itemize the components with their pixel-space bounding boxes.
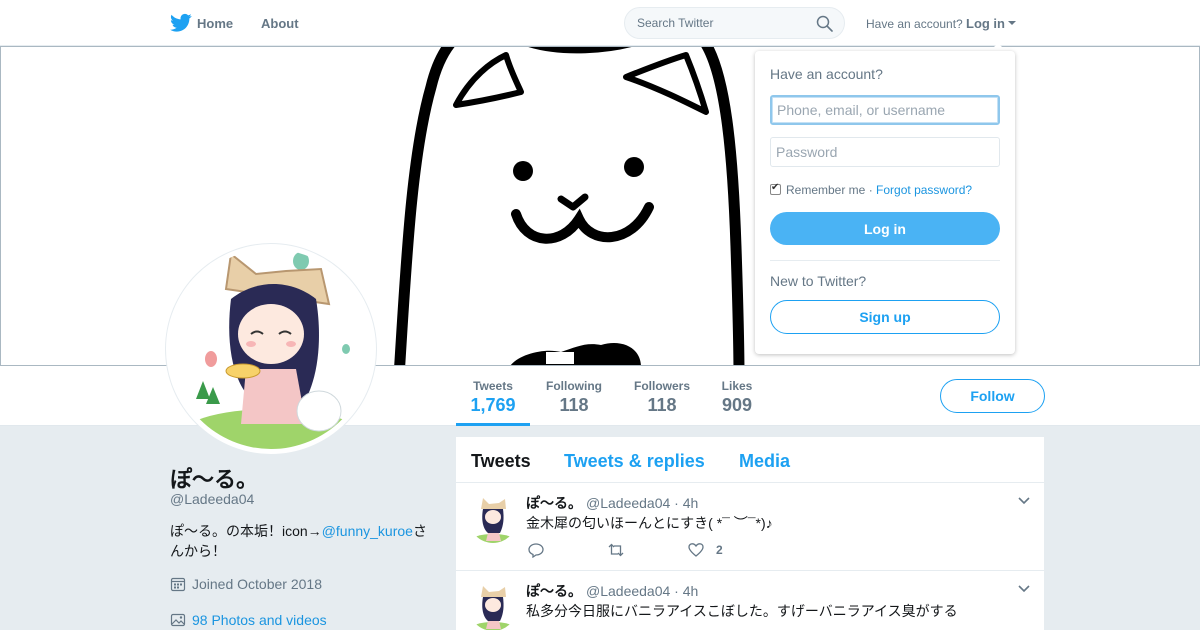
have-account-text: Have an account? [866, 17, 963, 31]
tab-media[interactable]: Media [739, 451, 790, 472]
bio-text-prefix: ぽ〜る。の本垢！icon→ [170, 523, 322, 539]
forgot-password-link[interactable]: Forgot password? [876, 183, 972, 197]
remember-me-label[interactable]: Remember me [786, 183, 865, 197]
tweet-avatar[interactable] [469, 583, 517, 630]
signup-button[interactable]: Sign up [770, 300, 1000, 334]
stat-likes[interactable]: Likes 909 [714, 366, 760, 426]
tweet-author-name[interactable]: ぽ〜る。 [526, 583, 582, 599]
top-navigation: Home About Search Twitter Have an accoun… [0, 0, 1200, 46]
dropdown-title: Have an account? [770, 66, 883, 82]
tweet-text: 私多分今日服にバニラアイスこぼした。すげーバニラアイス臭がする [526, 603, 958, 619]
retweet-icon[interactable] [608, 542, 624, 558]
follow-button[interactable]: Follow [940, 379, 1045, 413]
profile-handle[interactable]: @Ladeeda04 [170, 491, 254, 507]
tweet-avatar[interactable] [469, 495, 517, 543]
chevron-down-icon[interactable] [1018, 585, 1030, 593]
chevron-down-icon[interactable] [1008, 21, 1016, 25]
login-button[interactable]: Log in [770, 212, 1000, 245]
bio-mention-link[interactable]: @funny_kuroe [322, 523, 413, 539]
dropdown-divider [770, 260, 1000, 261]
remember-separator: · [868, 183, 873, 197]
profile-avatar[interactable] [166, 244, 376, 454]
photos-and-videos-link[interactable]: 98 Photos and videos [170, 612, 327, 628]
tweet-avatar-image [469, 583, 517, 630]
password-field[interactable] [770, 137, 1000, 167]
tab-tweets[interactable]: Tweets [471, 451, 531, 472]
login-dropdown-toggle[interactable]: Log in [966, 16, 1005, 31]
reply-icon[interactable] [528, 542, 544, 558]
stat-following-label: Following [546, 379, 602, 393]
image-icon [170, 613, 186, 627]
stat-followers[interactable]: Followers 118 [628, 366, 696, 426]
search-icon[interactable] [816, 15, 833, 32]
tweet-header: ぽ〜る。 @Ladeeda04 · 4h [526, 581, 698, 601]
heart-icon[interactable] [688, 542, 704, 558]
tweet-author-name[interactable]: ぽ〜る。 [526, 495, 582, 511]
joined-text: Joined October 2018 [192, 576, 322, 592]
twitter-bird-icon[interactable] [170, 13, 192, 33]
timeline: Tweets Tweets & replies Media ぽ〜る。 @Ladee… [456, 437, 1044, 630]
nav-home-link[interactable]: Home [197, 16, 233, 31]
stat-tweets[interactable]: Tweets 1,769 [456, 366, 530, 426]
timeline-tabs: Tweets Tweets & replies Media [456, 437, 1044, 483]
remember-row: Remember me · Forgot password? [770, 182, 972, 197]
stat-followers-label: Followers [633, 379, 690, 393]
profile-joined: Joined October 2018 [170, 576, 322, 592]
stat-tweets-label: Tweets [473, 379, 513, 393]
stat-followers-value: 118 [647, 395, 677, 415]
new-to-twitter-text: New to Twitter? [770, 273, 867, 289]
tweet-meta[interactable]: @Ladeeda04 · 4h [586, 495, 698, 511]
chevron-down-icon[interactable] [1018, 497, 1030, 505]
username-field[interactable] [770, 95, 1000, 125]
search-placeholder[interactable]: Search Twitter [637, 16, 713, 30]
like-count: 2 [716, 543, 723, 557]
tweet-text: 金木犀の匂いほーんとにすき( *¯ ︶¯*)♪ [526, 515, 773, 531]
tweet[interactable]: ぽ〜る。 @Ladeeda04 · 4h 私多分今日服にバニラアイスこぼした。すげ… [456, 571, 1044, 630]
remember-me-checkbox[interactable] [770, 182, 781, 195]
stat-following[interactable]: Following 118 [540, 366, 608, 426]
dropdown-arrow [990, 43, 1006, 51]
calendar-icon [170, 577, 186, 592]
photos-text[interactable]: 98 Photos and videos [192, 612, 327, 628]
stat-following-value: 118 [559, 395, 589, 415]
tweet[interactable]: ぽ〜る。 @Ladeeda04 · 4h 金木犀の匂いほーんとにすき( *¯ ︶¯… [456, 483, 1044, 571]
stat-likes-label: Likes [721, 379, 753, 393]
avatar-illustration [171, 249, 371, 449]
tweet-header: ぽ〜る。 @Ladeeda04 · 4h [526, 493, 698, 513]
stat-likes-value: 909 [721, 395, 753, 415]
tab-tweets-and-replies[interactable]: Tweets & replies [564, 451, 705, 472]
login-dropdown: Have an account? Remember me · Forgot pa… [755, 51, 1015, 354]
tweet-meta[interactable]: @Ladeeda04 · 4h [586, 583, 698, 599]
nav-about-link[interactable]: About [261, 16, 299, 31]
search-box[interactable]: Search Twitter [624, 7, 845, 39]
profile-bio: ぽ〜る。の本垢！icon→@funny_kuroeさんから！ [170, 521, 435, 561]
stat-tweets-value: 1,769 [470, 395, 516, 415]
profile-name: ぽ〜る。 [170, 467, 259, 492]
tweet-avatar-image [469, 495, 517, 543]
